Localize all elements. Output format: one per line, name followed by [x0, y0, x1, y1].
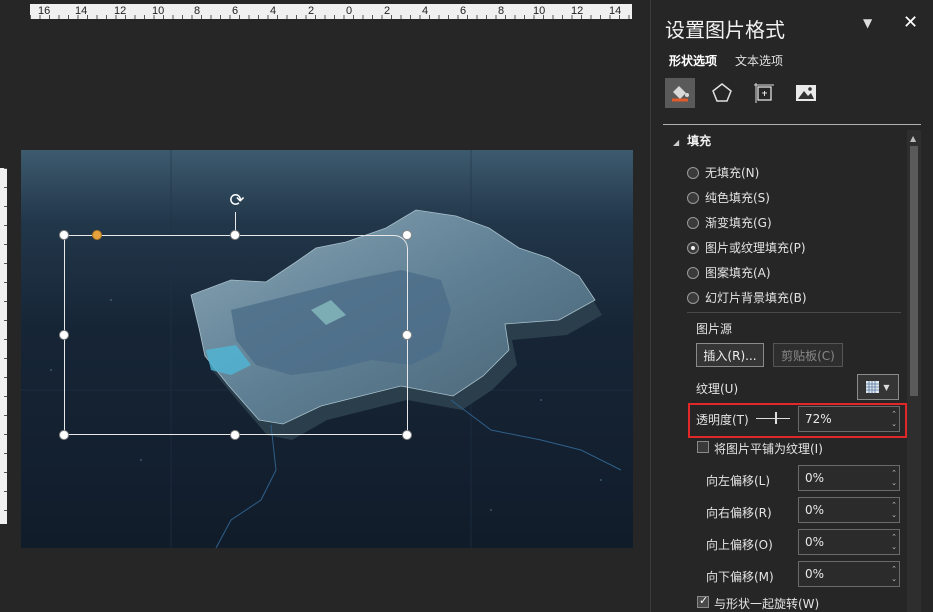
texture-label: 纹理(U) [696, 382, 739, 396]
ruler-number: 0 [346, 5, 353, 17]
spin-arrows-icon[interactable]: ⌃ ⌄ [891, 532, 897, 552]
radio-icon[interactable] [687, 191, 699, 204]
ruler-number: 12 [114, 5, 127, 17]
ruler-number: 8 [194, 5, 201, 17]
ruler-number: 4 [270, 5, 277, 17]
radio-pattern-fill[interactable]: 图案填充(A) [687, 264, 771, 281]
offset-value: 0% [805, 567, 825, 581]
category-icons [665, 78, 821, 108]
spin-arrows-icon[interactable]: ⌃ ⌄ [891, 500, 897, 520]
scroll-up-icon[interactable]: ▲ [910, 134, 916, 143]
radio-label: 幻灯片背景填充(B) [705, 291, 807, 305]
ruler-number: 6 [460, 5, 467, 17]
rotate-handle-icon[interactable]: ⟳ [226, 190, 248, 212]
resize-handle-w[interactable] [59, 330, 69, 340]
ruler-ticks [4, 168, 7, 524]
chevron-down-icon[interactable]: ▼ [863, 16, 872, 30]
radio-picture-fill[interactable]: 图片或纹理填充(P) [687, 239, 806, 256]
offset-left-input[interactable]: 0% ⌃ ⌄ [798, 465, 900, 491]
size-properties-icon[interactable] [749, 78, 779, 108]
ruler-number: 4 [422, 5, 429, 17]
pane-scrollbar[interactable]: ▲ [907, 130, 921, 612]
radio-icon[interactable] [687, 241, 699, 254]
radio-icon[interactable] [687, 291, 699, 304]
resize-handle-se[interactable] [402, 430, 412, 440]
offset-left-label: 向左偏移(L) [706, 474, 771, 488]
radio-slide-bg-fill[interactable]: 幻灯片背景填充(B) [687, 289, 807, 306]
offset-bottom-input[interactable]: 0% ⌃ ⌄ [798, 561, 900, 587]
offset-top-input[interactable]: 0% ⌃ ⌄ [798, 529, 900, 555]
radio-label: 图片或纹理填充(P) [705, 241, 806, 255]
picture-source-label: 图片源 [696, 322, 733, 336]
radio-label: 渐变填充(G) [705, 216, 772, 230]
ruler-number: 12 [571, 5, 584, 17]
ruler-number: 2 [384, 5, 391, 17]
radio-solid-fill[interactable]: 纯色填充(S) [687, 189, 770, 206]
pane-title: 设置图片格式 [665, 18, 785, 42]
offset-top-label: 向上偏移(O) [706, 538, 773, 552]
offset-right-input[interactable]: 0% ⌃ ⌄ [798, 497, 900, 523]
dropdown-arrow-icon: ▼ [883, 382, 890, 392]
radio-label: 图案填充(A) [705, 266, 771, 280]
powerpoint-window: 16 14 12 10 8 6 4 2 0 2 4 6 8 10 12 14 ⟳… [0, 0, 933, 612]
tile-label: 将图片平铺为纹理(I) [714, 442, 823, 456]
radio-gradient-fill[interactable]: 渐变填充(G) [687, 214, 772, 231]
section-title: 填充 [687, 134, 712, 148]
resize-handle-ne[interactable] [402, 230, 412, 240]
spin-arrows-icon[interactable]: ⌃ ⌄ [891, 468, 897, 488]
offset-value: 0% [805, 535, 825, 549]
radio-icon[interactable] [687, 166, 699, 179]
tab-shape-options[interactable]: 形状选项 [669, 52, 717, 69]
offset-right-label: 向右偏移(R) [706, 506, 772, 520]
tile-checkbox[interactable] [697, 441, 709, 453]
texture-dropdown[interactable]: ▼ [857, 374, 899, 400]
radio-icon[interactable] [687, 266, 699, 279]
radio-label: 纯色填充(S) [705, 191, 770, 205]
selection-frame[interactable] [64, 235, 408, 435]
offset-value: 0% [805, 503, 825, 517]
tab-underline [663, 124, 921, 125]
adjust-handle[interactable] [92, 230, 102, 240]
resize-handle-nw[interactable] [59, 230, 69, 240]
resize-handle-n[interactable] [230, 230, 240, 240]
tab-text-options[interactable]: 文本选项 [735, 52, 783, 69]
offset-value: 0% [805, 471, 825, 485]
radio-label: 无填充(N) [705, 166, 760, 180]
rotate-with-shape-checkbox[interactable] [697, 594, 709, 608]
ruler-number: 10 [533, 5, 546, 17]
clipboard-button[interactable]: 剪贴板(C) [773, 343, 843, 367]
resize-handle-sw[interactable] [59, 430, 69, 440]
picture-icon[interactable] [791, 78, 821, 108]
transparency-highlight [688, 403, 907, 438]
spin-arrows-icon[interactable]: ⌃ ⌄ [891, 564, 897, 584]
texture-swatch-icon [866, 381, 880, 393]
scroll-thumb[interactable] [910, 146, 918, 396]
radio-no-fill[interactable]: 无填充(N) [687, 164, 759, 181]
ruler-number: 16 [38, 5, 51, 17]
resize-handle-e[interactable] [402, 330, 412, 340]
format-picture-pane: 设置图片格式 ▼ ✕ 形状选项 文本选项 ▲ ◢ 填充 无填充(N) 纯色填充(… [651, 0, 933, 612]
offset-bottom-label: 向下偏移(M) [706, 570, 774, 584]
section-divider [687, 312, 901, 313]
ruler-number: 14 [75, 5, 88, 17]
horizontal-ruler: 16 14 12 10 8 6 4 2 0 2 4 6 8 10 12 14 [30, 4, 632, 19]
ruler-number: 6 [232, 5, 239, 17]
ruler-number: 10 [152, 5, 165, 17]
close-icon[interactable]: ✕ [903, 12, 918, 33]
ruler-number: 2 [308, 5, 315, 17]
resize-handle-s[interactable] [230, 430, 240, 440]
fill-line-icon[interactable] [665, 78, 695, 108]
collapse-triangle-icon[interactable]: ◢ [673, 138, 679, 147]
vertical-ruler [0, 168, 7, 524]
insert-button[interactable]: 插入(R)... [696, 343, 764, 367]
ruler-number: 8 [498, 5, 505, 17]
ruler-number: 14 [609, 5, 622, 17]
effects-pentagon-icon[interactable] [707, 78, 737, 108]
radio-icon[interactable] [687, 216, 699, 229]
fill-section-header[interactable]: ◢ 填充 [673, 132, 711, 149]
pane-tabs: 形状选项 文本选项 [669, 52, 783, 69]
rotate-with-shape-label: 与形状一起旋转(W) [714, 597, 820, 611]
